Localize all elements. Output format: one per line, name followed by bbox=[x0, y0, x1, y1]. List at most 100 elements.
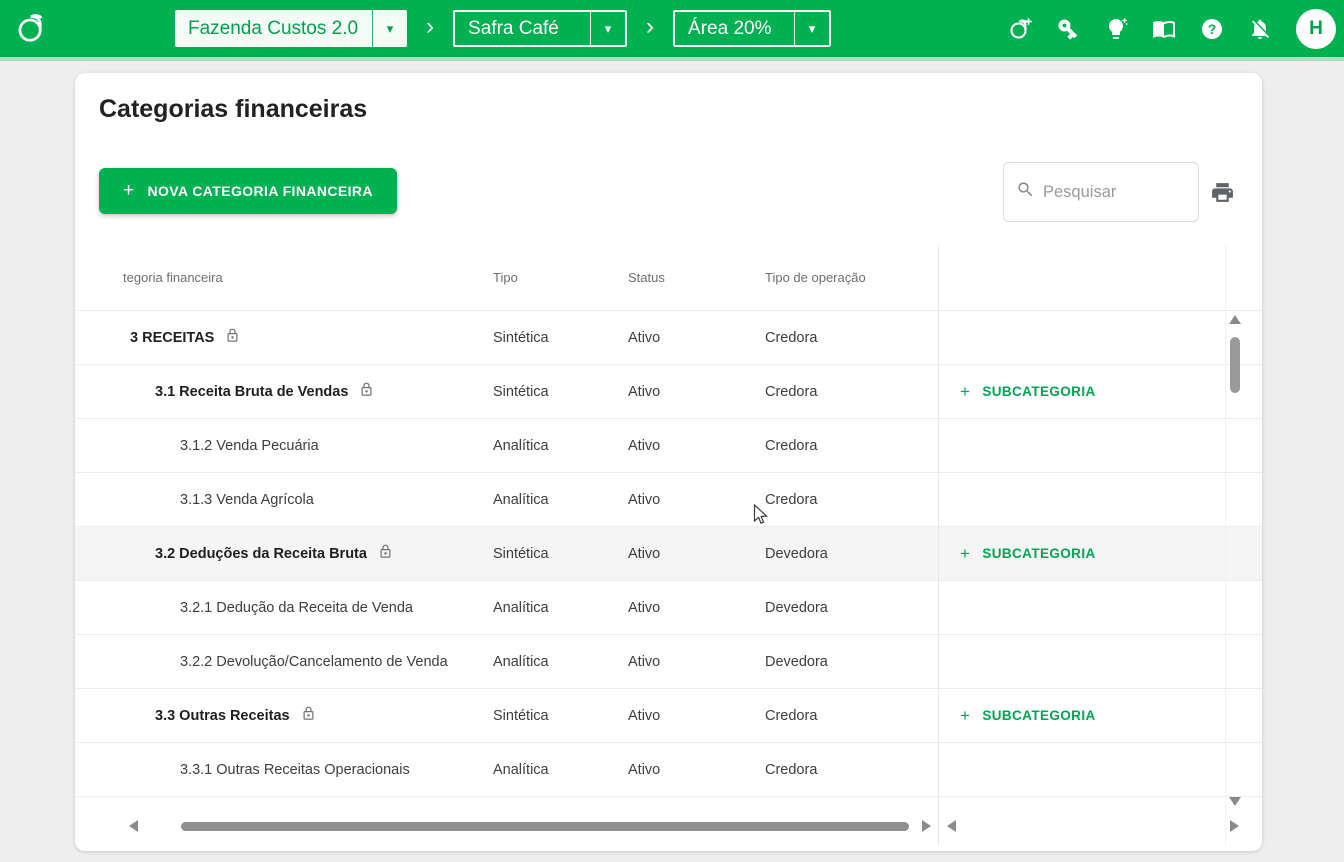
svg-text:?: ? bbox=[1208, 21, 1217, 37]
status-cell: Ativo bbox=[628, 762, 661, 778]
actions-column-divider bbox=[938, 245, 939, 846]
category-name: 3.2.2 Devolução/Cancelamento de Venda bbox=[180, 653, 448, 670]
vertical-scrollbar-thumb[interactable] bbox=[1230, 337, 1240, 393]
operation-cell: Credora bbox=[765, 384, 818, 400]
add-subcategory-button[interactable]: + SUBCATEGORIA bbox=[960, 544, 1096, 564]
column-header-operation: Tipo de operação bbox=[765, 270, 866, 285]
type-cell: Sintética bbox=[493, 384, 549, 400]
operation-cell: Credora bbox=[765, 438, 818, 454]
lightbulb-idea-icon[interactable] bbox=[1104, 17, 1128, 41]
plus-icon: + bbox=[960, 381, 971, 401]
season-dropdown-label: Safra Café bbox=[468, 17, 559, 39]
type-cell: Analítica bbox=[493, 600, 549, 616]
category-cell: 3.3 Outras Receitas bbox=[155, 689, 316, 742]
season-dropdown[interactable]: Safra Café ▾ bbox=[453, 10, 628, 47]
category-cell: 3.2 Deduções da Receita Bruta bbox=[155, 527, 393, 580]
scroll-up-arrow[interactable] bbox=[1229, 315, 1241, 324]
scroll-right-arrow[interactable] bbox=[1230, 820, 1239, 832]
lock-icon bbox=[301, 706, 316, 726]
category-name: 3.1.3 Venda Agrícola bbox=[180, 491, 314, 508]
page-title: Categorias financeiras bbox=[99, 95, 368, 123]
add-subcategory-button[interactable]: + SUBCATEGORIA bbox=[960, 706, 1096, 726]
search-input[interactable] bbox=[1043, 182, 1173, 202]
knowledge-book-icon[interactable] bbox=[1152, 17, 1176, 41]
table-header: tegoria financeira Tipo Status Tipo de o… bbox=[75, 245, 1262, 311]
print-button[interactable] bbox=[1210, 180, 1235, 208]
category-cell: 3.3.1 Outras Receitas Operacionais bbox=[180, 743, 410, 796]
operation-cell: Devedora bbox=[765, 600, 828, 616]
breadcrumb-separator: › bbox=[426, 12, 435, 40]
table-row[interactable]: 3.1.2 Venda Pecuária Analítica Ativo Cre… bbox=[75, 419, 1262, 473]
table-row[interactable]: 3.3 Outras Receitas Sintética Ativo Cred… bbox=[75, 689, 1262, 743]
table-body: 3 RECEITAS Sintética Ativo Credora + SUB… bbox=[75, 311, 1262, 797]
header-accent-strip bbox=[0, 57, 1344, 61]
table-row[interactable]: 3.1.3 Venda Agrícola Analítica Ativo Cre… bbox=[75, 473, 1262, 527]
status-cell: Ativo bbox=[628, 438, 661, 454]
table-row[interactable]: 3.2.2 Devolução/Cancelamento de Venda An… bbox=[75, 635, 1262, 689]
category-name: 3.1.2 Venda Pecuária bbox=[180, 437, 319, 454]
farm-dropdown-label: Fazenda Custos 2.0 bbox=[188, 17, 359, 39]
type-cell: Analítica bbox=[493, 762, 549, 778]
category-cell: 3.2.1 Dedução da Receita de Venda bbox=[180, 581, 413, 634]
area-dropdown[interactable]: Área 20% ▾ bbox=[673, 10, 832, 47]
horizontal-scrollbar-main[interactable] bbox=[125, 819, 935, 833]
area-dropdown-label: Área 20% bbox=[688, 17, 772, 39]
lock-icon bbox=[225, 328, 240, 348]
category-name: 3.2.1 Dedução da Receita de Venda bbox=[180, 599, 413, 616]
chevron-down-icon: ▾ bbox=[386, 20, 394, 36]
column-header-type: Tipo bbox=[493, 270, 518, 285]
status-cell: Ativo bbox=[628, 654, 661, 670]
type-cell: Sintética bbox=[493, 330, 549, 346]
top-icons: ? H bbox=[1008, 0, 1336, 57]
category-name: 3.1 Receita Bruta de Vendas bbox=[155, 383, 349, 400]
status-cell: Ativo bbox=[628, 708, 661, 724]
table-row[interactable]: 3.2.1 Dedução da Receita de Venda Analít… bbox=[75, 581, 1262, 635]
help-icon[interactable]: ? bbox=[1200, 17, 1224, 41]
horizontal-scrollbar-thumb[interactable] bbox=[181, 822, 909, 831]
add-subcategory-label: SUBCATEGORIA bbox=[982, 546, 1096, 561]
scroll-left-arrow[interactable] bbox=[947, 820, 956, 832]
add-subcategory-label: SUBCATEGORIA bbox=[982, 384, 1096, 399]
new-farm-icon[interactable] bbox=[1008, 17, 1032, 41]
table-row[interactable]: 3.3.1 Outras Receitas Operacionais Analí… bbox=[75, 743, 1262, 797]
notifications-off-icon[interactable] bbox=[1248, 17, 1272, 41]
table-row[interactable]: 3 RECEITAS Sintética Ativo Credora + SUB… bbox=[75, 311, 1262, 365]
add-subcategory-label: SUBCATEGORIA bbox=[982, 708, 1096, 723]
scroll-right-arrow[interactable] bbox=[922, 820, 931, 832]
new-category-button[interactable]: + NOVA CATEGORIA FINANCEIRA bbox=[99, 168, 397, 214]
category-name: 3 RECEITAS bbox=[130, 329, 215, 346]
chevron-down-icon: ▾ bbox=[604, 20, 612, 36]
status-cell: Ativo bbox=[628, 546, 661, 562]
vertical-scrollbar[interactable] bbox=[1228, 315, 1242, 811]
operation-cell: Credora bbox=[765, 492, 818, 508]
farm-dropdown[interactable]: Fazenda Custos 2.0 ▾ bbox=[175, 10, 408, 47]
user-avatar[interactable]: H bbox=[1296, 8, 1336, 49]
type-cell: Sintética bbox=[493, 546, 549, 562]
type-cell: Analítica bbox=[493, 492, 549, 508]
breadcrumb-separator: › bbox=[646, 12, 655, 40]
scroll-left-arrow[interactable] bbox=[129, 820, 138, 832]
table-row[interactable]: 3.1 Receita Bruta de Vendas Sintética At… bbox=[75, 365, 1262, 419]
plus-icon: + bbox=[123, 180, 135, 201]
type-cell: Analítica bbox=[493, 654, 549, 670]
table-row[interactable]: 3.2 Deduções da Receita Bruta Sintética … bbox=[75, 527, 1262, 581]
plus-icon: + bbox=[960, 543, 971, 563]
type-cell: Sintética bbox=[493, 708, 549, 724]
status-cell: Ativo bbox=[628, 330, 661, 346]
status-cell: Ativo bbox=[628, 600, 661, 616]
scroll-down-arrow[interactable] bbox=[1229, 797, 1241, 806]
category-cell: 3.1 Receita Bruta de Vendas bbox=[155, 365, 374, 418]
search-box[interactable] bbox=[1003, 162, 1199, 222]
category-name: 3.2 Deduções da Receita Bruta bbox=[155, 545, 367, 562]
status-cell: Ativo bbox=[628, 492, 661, 508]
category-name: 3.3 Outras Receitas bbox=[155, 707, 290, 724]
key-icon[interactable] bbox=[1056, 17, 1080, 41]
type-cell: Analítica bbox=[493, 438, 549, 454]
horizontal-scrollbar-actions[interactable] bbox=[943, 819, 1243, 833]
column-header-category: tegoria financeira bbox=[123, 270, 223, 285]
add-subcategory-button[interactable]: + SUBCATEGORIA bbox=[960, 382, 1096, 402]
operation-cell: Devedora bbox=[765, 546, 828, 562]
category-cell: 3.2.2 Devolução/Cancelamento de Venda bbox=[180, 635, 448, 688]
aegro-logo-icon[interactable] bbox=[14, 12, 47, 50]
chevron-down-icon: ▾ bbox=[808, 20, 816, 36]
